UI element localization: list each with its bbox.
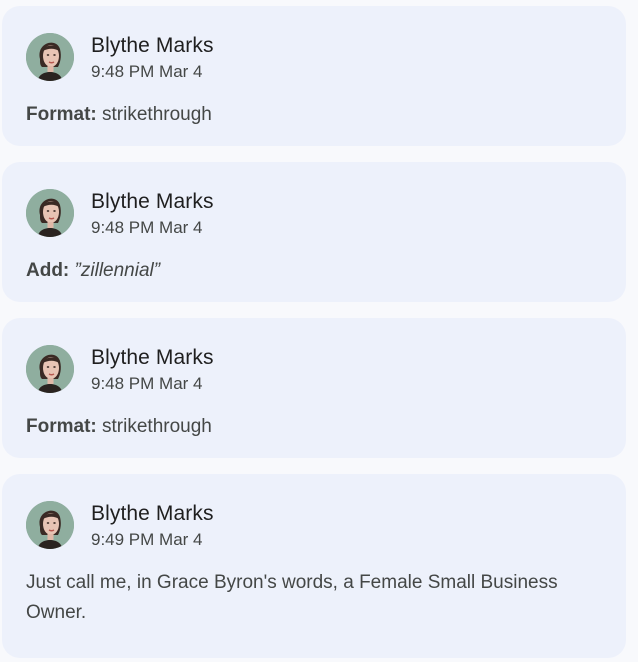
comment-card[interactable]: Blythe Marks 9:49 PM Mar 4 Just call me,… [2, 474, 626, 658]
avatar-photo-icon[interactable] [26, 189, 74, 237]
comment-timestamp: 9:48 PM Mar 4 [91, 218, 203, 237]
comment-card[interactable]: Blythe Marks 9:48 PM Mar 4 Format: strik… [2, 318, 626, 458]
comment-card[interactable]: Blythe Marks 9:48 PM Mar 4 Add: ”zillenn… [2, 162, 626, 302]
comment-author: Blythe Marks [91, 190, 214, 213]
avatar-photo-icon[interactable] [26, 33, 74, 81]
suggestion-label: Format: [26, 416, 97, 437]
comment-text: Just call me, in Grace Byron's words, a … [26, 572, 558, 623]
comment-timestamp: 9:48 PM Mar 4 [91, 374, 203, 393]
comment-author: Blythe Marks [91, 502, 214, 525]
suggestion-label: Add: [26, 260, 70, 281]
comment-body: Format: strikethrough [26, 412, 586, 442]
avatar-photo-icon[interactable] [26, 501, 74, 549]
suggestion-value: ”zillennial” [74, 260, 161, 281]
comment-body: Add: ”zillennial” [26, 256, 586, 286]
suggestion-value: strikethrough [102, 416, 212, 437]
comment-author: Blythe Marks [91, 34, 214, 57]
comment-timestamp: 9:48 PM Mar 4 [91, 62, 203, 81]
avatar-photo-icon[interactable] [26, 345, 74, 393]
comment-card[interactable]: Blythe Marks 9:48 PM Mar 4 Format: strik… [2, 6, 626, 146]
suggestion-label: Format: [26, 104, 97, 125]
comment-timestamp: 9:49 PM Mar 4 [91, 530, 203, 549]
comment-author: Blythe Marks [91, 346, 214, 369]
comment-body: Format: strikethrough [26, 100, 586, 130]
suggestion-value: strikethrough [102, 104, 212, 125]
